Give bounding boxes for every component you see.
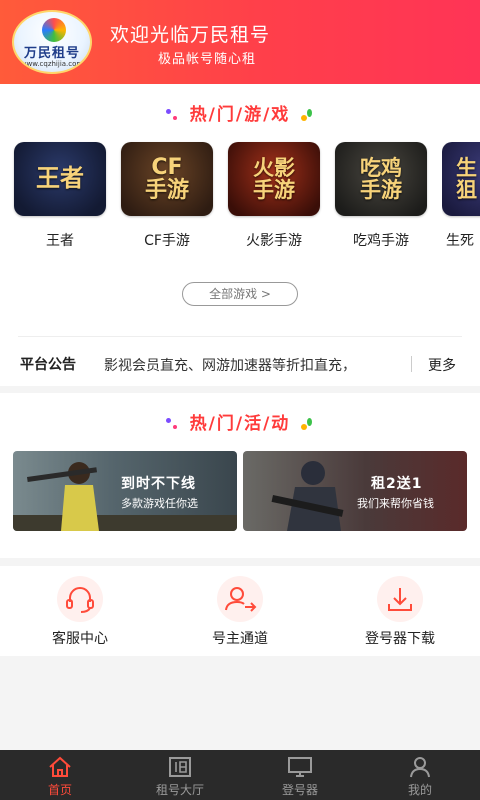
- home-page: 万民租号 www.cqzhijia.com 欢迎光临万民租号 极品帐号随心租 热…: [0, 0, 480, 800]
- game-name: 王者: [46, 233, 74, 249]
- game-name: 火影手游: [246, 233, 302, 249]
- logo-mark-icon: [42, 18, 66, 42]
- bottom-nav: 首页 租号大厅 登号器 我的: [0, 750, 480, 800]
- notice-text[interactable]: 影视会员直充、网游加速器等折扣直充，: [104, 355, 410, 375]
- services-section: 客服中心 号主通道 登号器下载: [0, 566, 480, 656]
- notice-separator: [411, 356, 412, 372]
- hot-games-section: 热/门/游/戏 王者 王者 CF 手游 CF手游 火影 手游 火影手游 吃鸡 手…: [0, 84, 480, 386]
- banner-subtitle: 多款游戏任你选: [121, 497, 198, 510]
- game-name: CF手游: [144, 233, 190, 249]
- activity-banner-offline[interactable]: 到时不下线 多款游戏任你选: [13, 451, 237, 531]
- welcome-slogan: 极品帐号随心租: [158, 52, 257, 67]
- game-item-wangzhe[interactable]: 王者 王者: [14, 142, 106, 250]
- game-item-shengsi-clip: 生 狙 生死: [442, 142, 480, 262]
- headset-icon: [66, 587, 94, 613]
- game-tile-text: CF 手游: [144, 154, 189, 203]
- user-transfer-icon: [225, 587, 257, 612]
- game-tile: 生 狙: [442, 142, 480, 216]
- game-tile-text: 生 狙: [456, 155, 477, 202]
- decor-leaf-right-icon: [298, 107, 316, 123]
- game-tile: 火影 手游: [228, 142, 320, 216]
- soldier-gun-illustration-icon: [271, 461, 344, 531]
- nav-tab-home[interactable]: 首页: [0, 750, 120, 800]
- rent-hall-icon: [169, 757, 191, 777]
- activity-banner-rent-bonus[interactable]: 租2送1 我们来帮你省钱: [243, 451, 467, 531]
- game-name: 生死: [446, 233, 474, 249]
- nav-label: 登号器: [281, 783, 318, 797]
- game-tile: CF 手游: [121, 142, 213, 216]
- banner-subtitle: 我们来帮你省钱: [357, 497, 434, 510]
- game-item-huoying[interactable]: 火影 手游 火影手游: [228, 142, 320, 250]
- service-label: 登号器下载: [365, 631, 435, 647]
- game-tile: 王者: [14, 142, 106, 216]
- game-item-chiji[interactable]: 吃鸡 手游 吃鸡手游: [335, 142, 427, 250]
- logo-url: www.cqzhijia.com: [20, 60, 84, 68]
- nav-tab-mine[interactable]: 我的: [360, 750, 480, 800]
- nav-tab-login-tool[interactable]: 登号器: [240, 750, 360, 800]
- game-name: 吃鸡手游: [353, 233, 409, 249]
- game-tile: 吃鸡 手游: [335, 142, 427, 216]
- service-label: 客服中心: [52, 631, 108, 647]
- all-games-button[interactable]: 全部游戏 >: [182, 282, 298, 306]
- profile-icon: [410, 757, 430, 778]
- hot-activities-title-text: 热/门/活/动: [189, 414, 291, 434]
- game-tile-text: 吃鸡 手游: [360, 155, 402, 202]
- decor-leaf-right-icon: [298, 416, 316, 432]
- nav-label: 租号大厅: [155, 783, 204, 797]
- hot-activities-title: 热/门/活/动: [0, 409, 480, 434]
- banner-title: 租2送1: [371, 476, 423, 492]
- hot-activities-section: 热/门/活/动 到时不下线 多款游戏任你选 租2送1 我们来帮你省钱: [0, 393, 480, 558]
- nav-tab-rent-hall[interactable]: 租号大厅: [120, 750, 240, 800]
- game-tile-text: 火影 手游: [253, 155, 295, 202]
- monitor-icon: [288, 757, 312, 777]
- game-item-shengsi[interactable]: 生 狙 生死: [442, 142, 480, 250]
- nav-label: 我的: [407, 783, 432, 797]
- hot-games-title-text: 热/门/游/戏: [189, 105, 291, 125]
- hot-games-title: 热/门/游/戏: [0, 100, 480, 125]
- section-divider: [18, 336, 462, 337]
- service-icon-bg: [217, 576, 263, 622]
- home-icon: [49, 756, 71, 777]
- service-customer-center[interactable]: 客服中心: [20, 576, 140, 648]
- nav-label: 首页: [47, 783, 72, 797]
- app-logo: 万民租号 www.cqzhijia.com: [12, 10, 92, 74]
- notice-more-link[interactable]: 更多: [428, 355, 456, 375]
- game-tile-text: 王者: [36, 164, 84, 193]
- service-label: 号主通道: [212, 631, 268, 647]
- game-item-cf[interactable]: CF 手游 CF手游: [121, 142, 213, 250]
- decor-dots-left-icon: [164, 416, 182, 432]
- welcome-title: 欢迎光临万民租号: [110, 24, 271, 46]
- logo-text: 万民租号: [23, 46, 80, 61]
- decor-dots-left-icon: [164, 107, 182, 123]
- banner-title: 到时不下线: [121, 476, 196, 492]
- notice-label: 平台公告: [20, 357, 76, 373]
- header-banner: 万民租号 www.cqzhijia.com 欢迎光临万民租号 极品帐号随心租: [0, 0, 480, 84]
- service-icon-bg: [377, 576, 423, 622]
- service-downloader[interactable]: 登号器下载: [340, 576, 460, 648]
- service-owner-channel[interactable]: 号主通道: [180, 576, 300, 648]
- service-icon-bg: [57, 576, 103, 622]
- download-icon: [388, 588, 412, 611]
